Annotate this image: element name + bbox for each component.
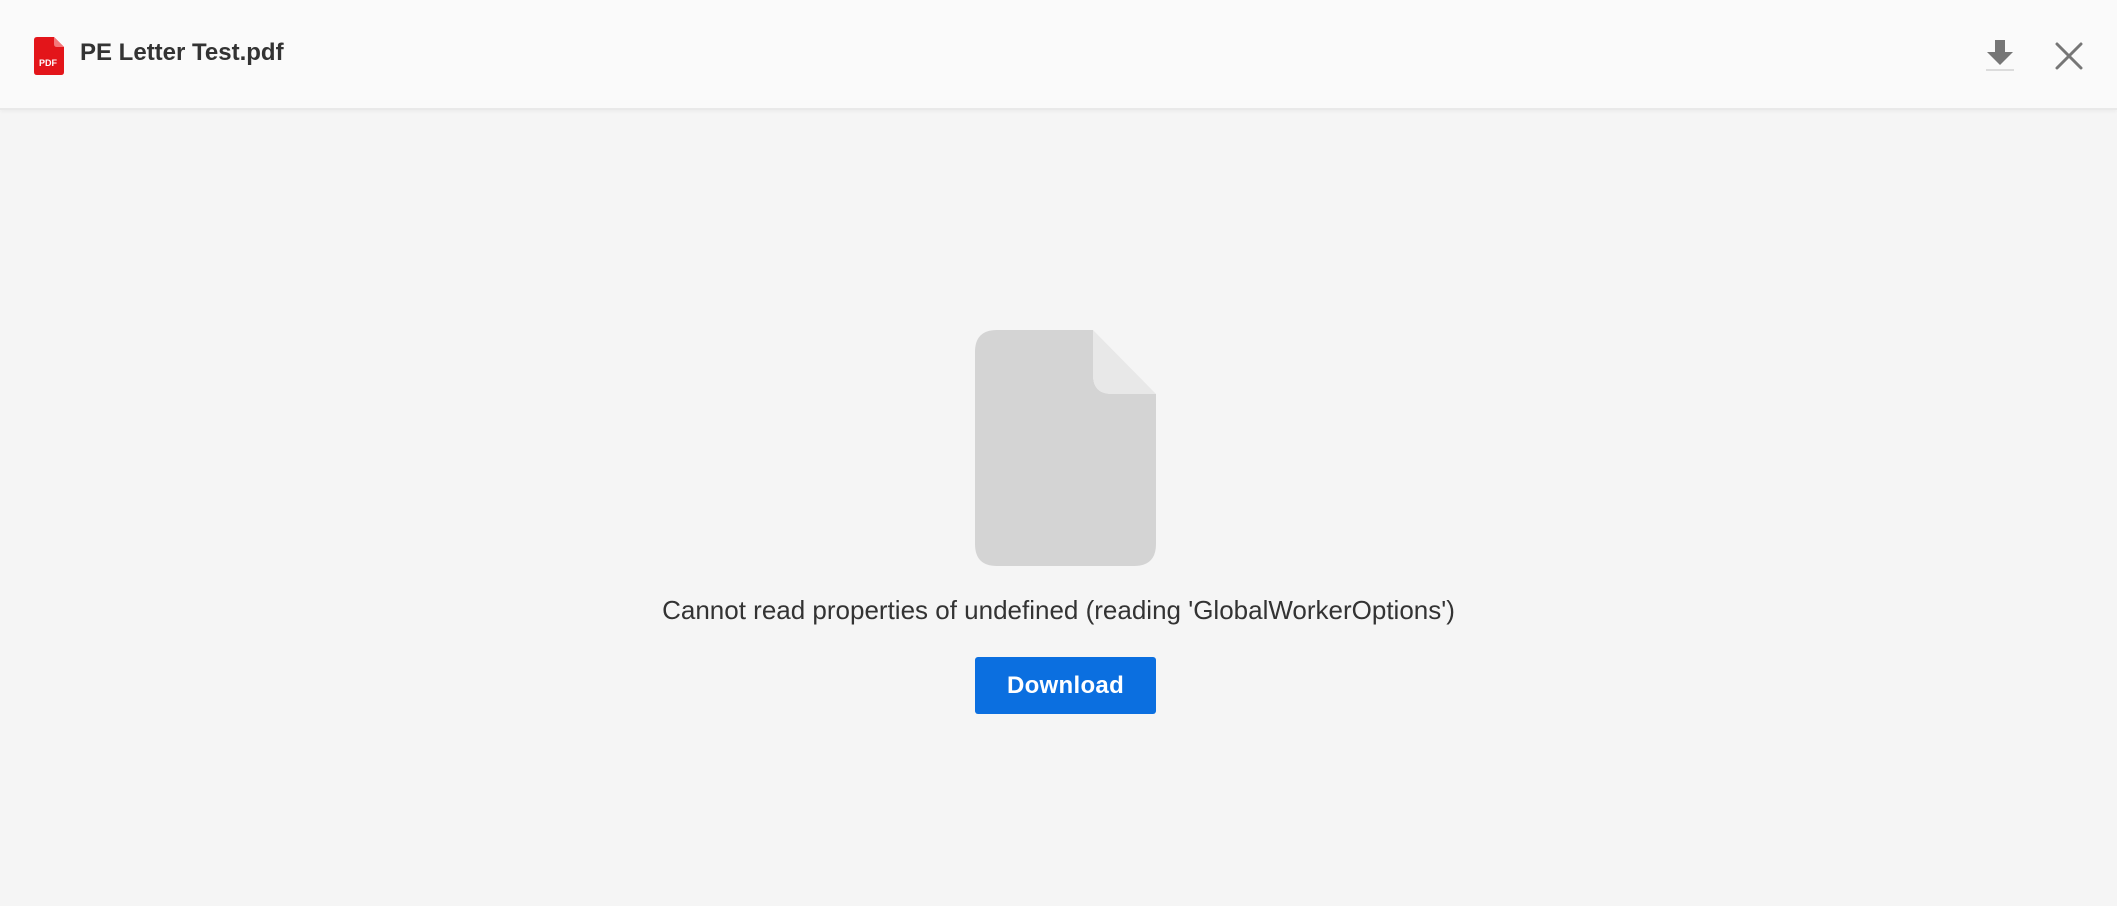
viewer-header: PDF PE Letter Test.pdf: [0, 0, 2117, 110]
error-message: Cannot read properties of undefined (rea…: [662, 595, 1455, 625]
close-button[interactable]: [2047, 34, 2091, 78]
document-placeholder-icon: [975, 330, 1156, 566]
file-viewer: PDF PE Letter Test.pdf Cannot read prope…: [0, 0, 2117, 906]
file-title: PE Letter Test.pdf: [80, 39, 284, 66]
pdf-icon-label: PDF: [39, 58, 58, 68]
pdf-file-icon: PDF: [34, 37, 64, 75]
close-icon: [2055, 42, 2083, 70]
download-button[interactable]: Download: [975, 657, 1156, 714]
header-download-button[interactable]: [1978, 34, 2022, 78]
download-icon: [1986, 40, 2014, 71]
